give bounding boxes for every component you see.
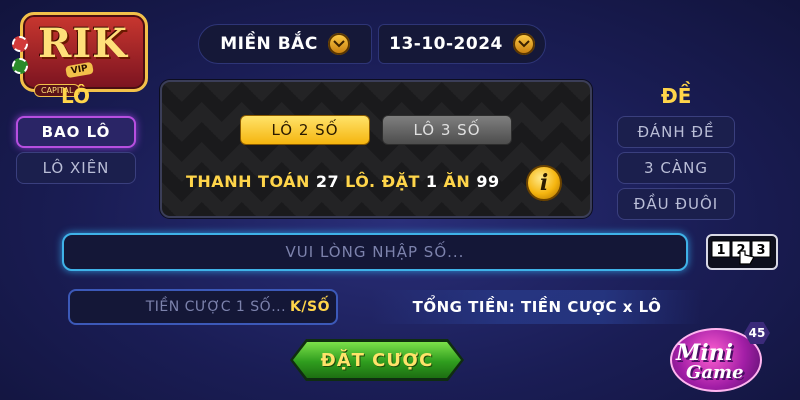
- number-input-placeholder: VUI LÒNG NHẬP SỐ...: [285, 243, 465, 261]
- bet-amount-placeholder: TIỀN CƯỢC 1 SỐ...: [145, 299, 287, 315]
- total-text: TỔNG TIỀN: TIỀN CƯỢC x LÔ: [412, 298, 662, 316]
- tab-lo-2-so[interactable]: LÔ 2 SỐ: [240, 115, 370, 145]
- info-icon[interactable]: i: [526, 165, 562, 201]
- place-bet-button[interactable]: ĐẶT CƯỢC: [290, 339, 464, 381]
- region-label: MIỀN BẮC: [220, 34, 318, 54]
- place-bet-label: ĐẶT CƯỢC: [293, 342, 461, 378]
- mode-lo-xien-button[interactable]: LÔ XIÊN: [16, 152, 136, 184]
- date-label: 13-10-2024: [389, 34, 503, 54]
- minigame-button[interactable]: Mini Game 45: [666, 322, 770, 396]
- tab-lo-3-so[interactable]: LÔ 3 SỐ: [382, 115, 512, 145]
- chevron-down-icon[interactable]: [327, 33, 350, 55]
- win-value: 99: [476, 172, 500, 191]
- de-section-title: ĐỀ: [661, 84, 692, 108]
- win-label: ĂN: [443, 172, 471, 191]
- chip-icon: [12, 58, 28, 74]
- mode-bao-lo-button[interactable]: BAO LÔ: [16, 116, 136, 148]
- bet-value: 1: [425, 172, 438, 191]
- mode-3-cang-button[interactable]: 3 CÀNG: [617, 152, 735, 184]
- pay-value: 27: [315, 172, 340, 191]
- keypad-icon: 1 2 3: [711, 240, 771, 265]
- svg-text:1: 1: [716, 243, 725, 258]
- region-selector[interactable]: MIỀN BẮC: [198, 24, 372, 64]
- logo-wordmark: RIK: [38, 20, 128, 67]
- chip-icon: [12, 36, 28, 52]
- svg-text:3: 3: [756, 243, 765, 258]
- payout-info: THANH TOÁN 27 LÔ. ĐẶT 1 ĂN 99: [186, 172, 500, 191]
- minigame-line2: Game: [686, 362, 744, 383]
- chevron-down-icon[interactable]: [512, 33, 535, 55]
- pay-label: THANH TOÁN: [186, 172, 310, 191]
- number-input[interactable]: VUI LÒNG NHẬP SỐ...: [62, 233, 688, 271]
- bet-unit-label: K/SỐ: [290, 299, 330, 315]
- mode-danh-de-button[interactable]: ĐÁNH ĐỀ: [617, 116, 735, 148]
- mode-dau-duoi-button[interactable]: ĐẦU ĐUÔI: [617, 188, 735, 220]
- keypad-button[interactable]: 1 2 3: [706, 234, 778, 270]
- date-selector[interactable]: 13-10-2024: [378, 24, 546, 64]
- bet-label: LÔ. ĐẶT: [345, 172, 420, 191]
- bet-type-panel: [160, 80, 592, 218]
- game-screen: RIK VIP CAPITAL MIỀN BẮC 13-10-2024 LÔ Đ…: [0, 0, 800, 400]
- bet-amount-input[interactable]: TIỀN CƯỢC 1 SỐ... K/SỐ: [68, 289, 338, 325]
- total-formula: TỔNG TIỀN: TIỀN CƯỢC x LÔ: [372, 290, 702, 324]
- lo-section-title: LÔ: [61, 84, 91, 108]
